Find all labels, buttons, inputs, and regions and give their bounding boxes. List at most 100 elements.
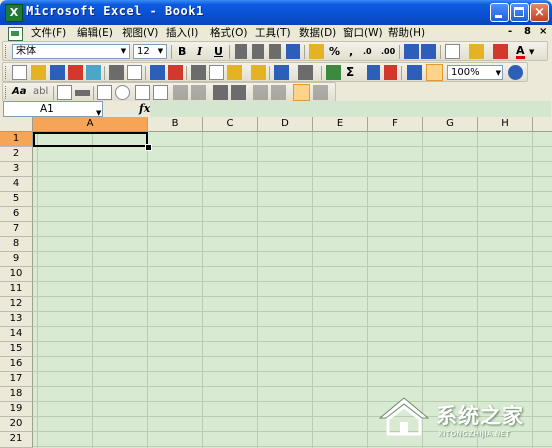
workbook-icon[interactable] [8,27,23,41]
row-header[interactable]: 7 [0,222,33,237]
row-header[interactable]: 5 [0,192,33,207]
bold-button[interactable]: B [178,45,186,58]
row-header[interactable]: 12 [0,297,33,312]
cut-icon[interactable] [191,65,206,80]
format-painter-icon[interactable] [251,65,266,80]
row-header[interactable]: 18 [0,387,33,402]
save-icon[interactable] [50,65,65,80]
label-control-icon[interactable]: Aa [12,86,27,97]
fill-handle[interactable] [145,144,152,151]
menu-format[interactable]: 格式(O) [210,26,247,40]
research-icon[interactable] [168,65,183,80]
decrease-decimal-button[interactable]: .00 [381,47,395,56]
group-box-icon[interactable] [57,85,72,100]
menu-window[interactable]: 窗口(W) [343,26,383,40]
maximize-button[interactable] [510,3,529,22]
button-control-icon[interactable] [75,90,90,96]
formula-input[interactable] [150,101,551,117]
menu-edit[interactable]: 编辑(E) [77,26,113,40]
chevron-down-icon[interactable]: ▼ [119,46,128,57]
toolbar-grip[interactable] [5,86,9,99]
insert-function-icon[interactable]: fx [139,102,150,115]
percent-button[interactable]: % [329,45,340,58]
checkbox-icon[interactable] [97,85,112,100]
open-folder-icon[interactable] [31,65,46,80]
menu-help[interactable]: 帮助(H) [388,26,425,40]
row-header[interactable]: 19 [0,402,33,417]
spinner-icon[interactable] [231,85,246,100]
permission-icon[interactable] [68,65,83,80]
row-header[interactable]: 20 [0,417,33,432]
borders-icon[interactable] [445,44,460,59]
row-header[interactable]: 17 [0,372,33,387]
row-header[interactable]: 3 [0,162,33,177]
row-header[interactable]: 16 [0,357,33,372]
row-header[interactable]: 21 [0,432,33,448]
hyperlink-icon[interactable] [326,65,341,80]
row-header[interactable]: 1 [0,132,33,147]
copy-icon[interactable] [209,65,224,80]
combo-box-icon[interactable] [153,85,168,100]
option-button-icon[interactable] [115,85,130,100]
undo-icon[interactable] [274,65,289,80]
edit-code-icon[interactable] [271,85,286,100]
comma-button[interactable]: , [349,45,353,58]
underline-button[interactable]: U [214,45,223,58]
row-header[interactable]: 11 [0,282,33,297]
column-header-g[interactable]: G [423,117,478,132]
doc-close-button[interactable]: × [539,26,547,37]
align-center-icon[interactable] [252,44,264,59]
sort-ascending-icon[interactable] [367,65,380,80]
menu-file[interactable]: 文件(F) [31,26,66,40]
column-header-e[interactable]: E [313,117,368,132]
menu-tools[interactable]: 工具(T) [255,26,291,40]
email-icon[interactable] [86,65,101,80]
spelling-icon[interactable] [150,65,165,80]
chart-wizard-icon[interactable] [407,65,422,80]
row-header[interactable]: 9 [0,252,33,267]
edit-box-icon[interactable]: abl [33,86,48,97]
font-name-combo[interactable]: 宋体 ▼ [12,44,130,59]
toolbar-grip[interactable] [5,66,9,79]
combo-list-edit-icon[interactable] [173,85,188,100]
toolbar-grip[interactable] [5,45,9,58]
row-header[interactable]: 6 [0,207,33,222]
drawing-icon[interactable] [426,64,443,81]
align-right-icon[interactable] [269,44,281,59]
fill-color-icon[interactable] [469,44,484,59]
print-icon[interactable] [109,65,124,80]
italic-button[interactable]: I [197,45,202,58]
name-box[interactable]: A1 ▼ [3,101,103,117]
column-header-a[interactable]: A [33,117,148,132]
currency-icon[interactable] [309,44,324,59]
chevron-down-icon[interactable]: ▼ [529,48,534,56]
row-header[interactable]: 4 [0,177,33,192]
row-header[interactable]: 14 [0,327,33,342]
new-document-icon[interactable] [12,65,27,80]
highlight-changes-icon[interactable] [493,44,508,59]
row-header[interactable]: 8 [0,237,33,252]
column-header-i[interactable] [533,117,552,132]
row-header[interactable]: 13 [0,312,33,327]
excel-app-icon[interactable]: X [5,4,23,22]
toggle-grid-icon[interactable] [293,84,310,101]
zoom-combo[interactable]: 100% ▼ [447,65,503,80]
align-left-icon[interactable] [235,44,247,59]
close-button[interactable]: × [530,3,549,22]
column-header-h[interactable]: H [478,117,533,132]
menu-data[interactable]: 数据(D) [299,26,336,40]
increase-indent-icon[interactable] [421,44,436,59]
title-bar[interactable]: X Microsoft Excel - Book1 × [0,0,552,25]
redo-icon[interactable] [298,65,313,80]
help-icon[interactable] [508,65,523,80]
column-header-c[interactable]: C [203,117,258,132]
decrease-indent-icon[interactable] [404,44,419,59]
menu-insert[interactable]: 插入(I) [166,26,198,40]
chevron-down-icon[interactable]: ▼ [156,46,165,57]
row-header[interactable]: 15 [0,342,33,357]
font-color-icon[interactable]: A [516,45,525,59]
print-preview-icon[interactable] [127,65,142,80]
active-cell-a1[interactable] [33,132,148,147]
list-box-icon[interactable] [135,85,150,100]
doc-minimize-button[interactable]: - [508,26,512,37]
